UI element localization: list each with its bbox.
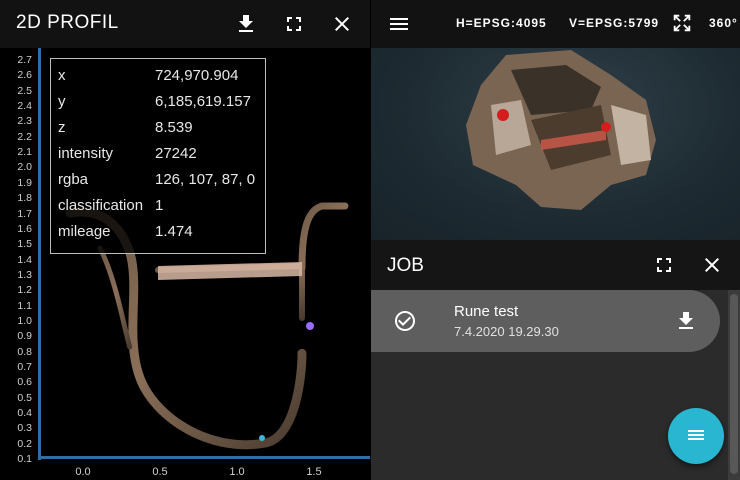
download-button[interactable] xyxy=(234,12,258,36)
download-icon xyxy=(679,312,693,329)
close-button[interactable] xyxy=(330,12,354,36)
y-tick-label: 1.7 xyxy=(17,207,32,220)
point-info-key: rgba xyxy=(58,171,89,188)
point-info-key: intensity xyxy=(58,145,114,162)
y-tick-label: 2.2 xyxy=(17,130,32,143)
y-tick-label: 1.5 xyxy=(17,238,32,251)
y-tick-label: 0.7 xyxy=(17,361,32,373)
y-tick-label: 1.4 xyxy=(17,253,32,266)
y-tick-label: 0.3 xyxy=(17,422,32,435)
x-tick-label: 0.0 xyxy=(75,466,91,478)
list-icon xyxy=(688,430,704,440)
x-tick-label: 1.0 xyxy=(229,466,245,478)
point-info-key: x xyxy=(58,67,66,84)
y-tick-label: 0.2 xyxy=(17,437,32,450)
y-tick-label: 0.8 xyxy=(17,345,32,358)
job-date: 7.4.2020 19.29.30 xyxy=(454,324,559,339)
y-tick-label: 2.0 xyxy=(17,161,32,174)
3d-viewer[interactable]: H=EPSG:4095 V=EPSG:5799 360° xyxy=(371,0,740,240)
job-header: JOB xyxy=(371,240,740,290)
check-circle-icon xyxy=(393,309,417,333)
point-info-key: mileage xyxy=(58,223,111,240)
y-tick-label: 2.7 xyxy=(17,54,32,66)
profile-title: 2D PROFIL xyxy=(16,12,119,33)
job-download-button[interactable] xyxy=(674,309,698,333)
y-tick-label: 1.2 xyxy=(17,284,32,297)
profile-plot[interactable]: 2.7 2.6 2.5 2.4 2.3 2.2 2.1 2.0 1.9 1.8 1.7 1.6 1.5 1… xyxy=(0,48,370,480)
menu-icon xyxy=(390,18,408,30)
y-tick-label: 0.1 xyxy=(17,453,32,466)
point-info-value: 126, 107, 87, 0 xyxy=(155,171,256,188)
point-info-key: classification xyxy=(58,197,144,214)
point-info-row: classification 1 xyxy=(51,197,265,223)
y-tick-label: 0.5 xyxy=(17,391,32,404)
close-icon xyxy=(335,17,349,31)
point-info-row: mileage 1.474 xyxy=(51,223,265,249)
profile-panel: 2D PROFIL 2.7 2.6 2.5 2.4 2.3 2.2 2.1 2.0 1.9 1.8… xyxy=(0,0,370,480)
profile-header: 2D PROFIL xyxy=(0,0,370,48)
y-tick-label: 2.6 xyxy=(17,69,32,82)
fullscreen-icon xyxy=(287,17,301,31)
y-tick-label: 2.4 xyxy=(17,100,32,113)
expand-icon xyxy=(673,14,691,32)
job-title: JOB xyxy=(387,255,424,276)
job-list-item[interactable]: Rune test 7.4.2020 19.29.30 xyxy=(371,290,720,352)
point-info-row: x 724,970.904 xyxy=(51,67,265,93)
point-info-value: 1 xyxy=(155,197,164,214)
horizontal-crs[interactable]: H=EPSG:4095 xyxy=(456,16,547,30)
rotation-label[interactable]: 360° xyxy=(709,16,738,30)
y-tick-label: 1.3 xyxy=(17,268,32,281)
job-name: Rune test xyxy=(454,303,519,320)
point-info-box: x 724,970.904 y 6,185,619.157 z 8.539 intensit… xyxy=(50,58,266,254)
menu-button[interactable] xyxy=(387,12,411,36)
job-panel: JOB Rune test 7.4.2020 19.29.30 xyxy=(371,240,740,480)
y-tick-label: 1.6 xyxy=(17,222,32,235)
x-tick-label: 0.5 xyxy=(152,466,168,478)
point-info-value: 1.474 xyxy=(155,223,193,240)
expand-button[interactable] xyxy=(671,12,695,36)
vertical-crs[interactable]: V=EPSG:5799 xyxy=(569,16,659,30)
y-tick-label: 0.6 xyxy=(17,376,32,389)
y-tick-label: 2.3 xyxy=(17,115,32,128)
y-tick-label: 1.1 xyxy=(17,299,32,312)
fullscreen-icon xyxy=(657,258,671,272)
x-axis xyxy=(38,456,370,459)
job-close-button[interactable] xyxy=(700,253,724,277)
point-info-row: y 6,185,619.157 xyxy=(51,93,265,119)
y-tick-label: 0.9 xyxy=(17,330,32,343)
scroll-thumb[interactable] xyxy=(730,294,738,474)
point-info-value: 27242 xyxy=(155,145,197,162)
selected-point xyxy=(306,322,314,330)
y-tick-label: 2.1 xyxy=(17,146,32,159)
point-info-key: z xyxy=(58,119,66,136)
x-tick-label: 1.5 xyxy=(306,466,322,478)
point-info-value: 724,970.904 xyxy=(155,67,239,84)
close-icon xyxy=(705,258,719,272)
y-tick-label: 1.0 xyxy=(17,314,32,327)
job-scrollbar[interactable] xyxy=(728,290,740,480)
fullscreen-button[interactable] xyxy=(282,12,306,36)
viewer-toolbar: H=EPSG:4095 V=EPSG:5799 360° xyxy=(371,0,740,48)
job-list-fab[interactable] xyxy=(668,408,724,464)
y-tick-label: 1.8 xyxy=(17,192,32,205)
right-panel: H=EPSG:4095 V=EPSG:5799 360° JOB Rune te… xyxy=(371,0,740,480)
y-tick-label: 1.9 xyxy=(17,176,32,189)
point-info-value: 8.539 xyxy=(155,119,193,136)
point-info-row: z 8.539 xyxy=(51,119,265,145)
job-fullscreen-button[interactable] xyxy=(652,253,676,277)
point-info-row: intensity 27242 xyxy=(51,145,265,171)
point-info-row: rgba 126, 107, 87, 0 xyxy=(51,171,265,197)
download-icon xyxy=(239,15,253,32)
point-cloud-3d xyxy=(466,50,656,210)
point-info-key: y xyxy=(58,93,66,110)
y-tick-label: 0.4 xyxy=(17,407,32,420)
y-tick-label: 2.5 xyxy=(17,84,32,97)
point-info-value: 6,185,619.157 xyxy=(155,93,251,110)
